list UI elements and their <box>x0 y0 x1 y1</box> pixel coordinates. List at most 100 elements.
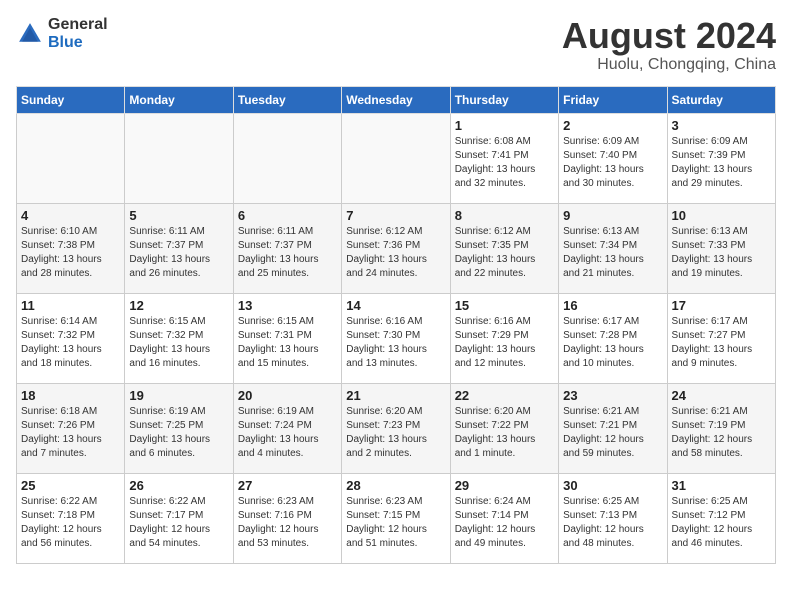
day-number: 6 <box>238 208 337 223</box>
table-cell: 27 Sunrise: 6:23 AM Sunset: 7:16 PM Dayli… <box>233 473 341 563</box>
table-cell: 21 Sunrise: 6:20 AM Sunset: 7:23 PM Dayli… <box>342 383 450 473</box>
table-cell: 14 Sunrise: 6:16 AM Sunset: 7:30 PM Dayli… <box>342 293 450 383</box>
month-year: August 2024 <box>562 16 776 56</box>
day-info: Sunrise: 6:17 AM Sunset: 7:28 PM Dayligh… <box>563 315 662 371</box>
day-info: Sunrise: 6:25 AM Sunset: 7:12 PM Dayligh… <box>672 495 771 551</box>
day-number: 20 <box>238 388 337 403</box>
day-info: Sunrise: 6:09 AM Sunset: 7:39 PM Dayligh… <box>672 135 771 191</box>
table-cell: 26 Sunrise: 6:22 AM Sunset: 7:17 PM Dayli… <box>125 473 233 563</box>
day-info: Sunrise: 6:23 AM Sunset: 7:15 PM Dayligh… <box>346 495 445 551</box>
table-cell: 11 Sunrise: 6:14 AM Sunset: 7:32 PM Dayli… <box>17 293 125 383</box>
logo: General Blue <box>16 16 108 51</box>
day-info: Sunrise: 6:12 AM Sunset: 7:36 PM Dayligh… <box>346 225 445 281</box>
logo-text: General Blue <box>48 16 108 51</box>
week-row-4: 18 Sunrise: 6:18 AM Sunset: 7:26 PM Dayli… <box>17 383 776 473</box>
day-info: Sunrise: 6:13 AM Sunset: 7:34 PM Dayligh… <box>563 225 662 281</box>
location: Huolu, Chongqing, China <box>562 56 776 74</box>
day-info: Sunrise: 6:08 AM Sunset: 7:41 PM Dayligh… <box>455 135 554 191</box>
table-cell: 28 Sunrise: 6:23 AM Sunset: 7:15 PM Dayli… <box>342 473 450 563</box>
table-cell: 17 Sunrise: 6:17 AM Sunset: 7:27 PM Dayli… <box>667 293 775 383</box>
table-cell: 22 Sunrise: 6:20 AM Sunset: 7:22 PM Dayli… <box>450 383 558 473</box>
day-number: 22 <box>455 388 554 403</box>
day-number: 10 <box>672 208 771 223</box>
day-info: Sunrise: 6:25 AM Sunset: 7:13 PM Dayligh… <box>563 495 662 551</box>
day-info: Sunrise: 6:11 AM Sunset: 7:37 PM Dayligh… <box>238 225 337 281</box>
day-number: 16 <box>563 298 662 313</box>
day-info: Sunrise: 6:16 AM Sunset: 7:29 PM Dayligh… <box>455 315 554 371</box>
day-number: 4 <box>21 208 120 223</box>
table-cell: 29 Sunrise: 6:24 AM Sunset: 7:14 PM Dayli… <box>450 473 558 563</box>
table-cell: 1 Sunrise: 6:08 AM Sunset: 7:41 PM Daylig… <box>450 113 558 203</box>
table-cell: 25Sunrise: 6:22 AM Sunset: 7:18 PM Dayli… <box>17 473 125 563</box>
day-info: Sunrise: 6:21 AM Sunset: 7:19 PM Dayligh… <box>672 405 771 461</box>
calendar-table: SundayMondayTuesdayWednesdayThursdayFrid… <box>16 86 776 564</box>
table-cell: 31Sunrise: 6:25 AM Sunset: 7:12 PM Dayli… <box>667 473 775 563</box>
day-info: Sunrise: 6:11 AM Sunset: 7:37 PM Dayligh… <box>129 225 228 281</box>
day-number: 30 <box>563 478 662 493</box>
day-number: 12 <box>129 298 228 313</box>
day-number: 28 <box>346 478 445 493</box>
day-number: 2 <box>563 118 662 133</box>
day-info: Sunrise: 6:17 AM Sunset: 7:27 PM Dayligh… <box>672 315 771 371</box>
week-row-1: 1 Sunrise: 6:08 AM Sunset: 7:41 PM Daylig… <box>17 113 776 203</box>
weekday-header-saturday: Saturday <box>667 86 775 113</box>
day-number: 19 <box>129 388 228 403</box>
day-number: 18 <box>21 388 120 403</box>
page-header: General Blue August 2024 Huolu, Chongqin… <box>16 16 776 74</box>
day-info: Sunrise: 6:22 AM Sunset: 7:17 PM Dayligh… <box>129 495 228 551</box>
day-number: 27 <box>238 478 337 493</box>
day-number: 17 <box>672 298 771 313</box>
title-block: August 2024 Huolu, Chongqing, China <box>562 16 776 74</box>
day-info: Sunrise: 6:15 AM Sunset: 7:31 PM Dayligh… <box>238 315 337 371</box>
day-info: Sunrise: 6:24 AM Sunset: 7:14 PM Dayligh… <box>455 495 554 551</box>
day-info: Sunrise: 6:09 AM Sunset: 7:40 PM Dayligh… <box>563 135 662 191</box>
weekday-header-tuesday: Tuesday <box>233 86 341 113</box>
week-row-3: 11 Sunrise: 6:14 AM Sunset: 7:32 PM Dayli… <box>17 293 776 383</box>
weekday-header-sunday: Sunday <box>17 86 125 113</box>
day-number: 1 <box>455 118 554 133</box>
table-cell: 19 Sunrise: 6:19 AM Sunset: 7:25 PM Dayli… <box>125 383 233 473</box>
weekday-header-wednesday: Wednesday <box>342 86 450 113</box>
weekday-header-monday: Monday <box>125 86 233 113</box>
day-info: Sunrise: 6:16 AM Sunset: 7:30 PM Dayligh… <box>346 315 445 371</box>
day-number: 26 <box>129 478 228 493</box>
day-info: Sunrise: 6:18 AM Sunset: 7:26 PM Dayligh… <box>21 405 120 461</box>
table-cell: 30 Sunrise: 6:25 AM Sunset: 7:13 PM Dayli… <box>559 473 667 563</box>
day-info: Sunrise: 6:10 AM Sunset: 7:38 PM Dayligh… <box>21 225 120 281</box>
table-cell <box>125 113 233 203</box>
week-row-5: 25Sunrise: 6:22 AM Sunset: 7:18 PM Dayli… <box>17 473 776 563</box>
table-cell: 9 Sunrise: 6:13 AM Sunset: 7:34 PM Daylig… <box>559 203 667 293</box>
day-number: 29 <box>455 478 554 493</box>
table-cell: 18 Sunrise: 6:18 AM Sunset: 7:26 PM Dayli… <box>17 383 125 473</box>
day-number: 14 <box>346 298 445 313</box>
day-number: 7 <box>346 208 445 223</box>
day-info: Sunrise: 6:21 AM Sunset: 7:21 PM Dayligh… <box>563 405 662 461</box>
day-info: Sunrise: 6:23 AM Sunset: 7:16 PM Dayligh… <box>238 495 337 551</box>
week-row-2: 4 Sunrise: 6:10 AM Sunset: 7:38 PM Daylig… <box>17 203 776 293</box>
table-cell: 8Sunrise: 6:12 AM Sunset: 7:35 PM Daylig… <box>450 203 558 293</box>
day-number: 11 <box>21 298 120 313</box>
table-cell <box>342 113 450 203</box>
day-info: Sunrise: 6:22 AM Sunset: 7:18 PM Dayligh… <box>21 495 120 551</box>
table-cell: 5Sunrise: 6:11 AM Sunset: 7:37 PM Daylig… <box>125 203 233 293</box>
day-number: 9 <box>563 208 662 223</box>
table-cell <box>233 113 341 203</box>
day-info: Sunrise: 6:19 AM Sunset: 7:25 PM Dayligh… <box>129 405 228 461</box>
day-number: 21 <box>346 388 445 403</box>
table-cell: 24 Sunrise: 6:21 AM Sunset: 7:19 PM Dayli… <box>667 383 775 473</box>
day-number: 24 <box>672 388 771 403</box>
day-number: 8 <box>455 208 554 223</box>
table-cell: 16 Sunrise: 6:17 AM Sunset: 7:28 PM Dayli… <box>559 293 667 383</box>
table-cell: 7 Sunrise: 6:12 AM Sunset: 7:36 PM Daylig… <box>342 203 450 293</box>
day-info: Sunrise: 6:15 AM Sunset: 7:32 PM Dayligh… <box>129 315 228 371</box>
weekday-header-row: SundayMondayTuesdayWednesdayThursdayFrid… <box>17 86 776 113</box>
day-info: Sunrise: 6:20 AM Sunset: 7:22 PM Dayligh… <box>455 405 554 461</box>
table-cell: 23Sunrise: 6:21 AM Sunset: 7:21 PM Dayli… <box>559 383 667 473</box>
table-cell: 4 Sunrise: 6:10 AM Sunset: 7:38 PM Daylig… <box>17 203 125 293</box>
day-info: Sunrise: 6:20 AM Sunset: 7:23 PM Dayligh… <box>346 405 445 461</box>
table-cell: 12 Sunrise: 6:15 AM Sunset: 7:32 PM Dayli… <box>125 293 233 383</box>
day-info: Sunrise: 6:13 AM Sunset: 7:33 PM Dayligh… <box>672 225 771 281</box>
table-cell <box>17 113 125 203</box>
table-cell: 2 Sunrise: 6:09 AM Sunset: 7:40 PM Daylig… <box>559 113 667 203</box>
day-info: Sunrise: 6:14 AM Sunset: 7:32 PM Dayligh… <box>21 315 120 371</box>
